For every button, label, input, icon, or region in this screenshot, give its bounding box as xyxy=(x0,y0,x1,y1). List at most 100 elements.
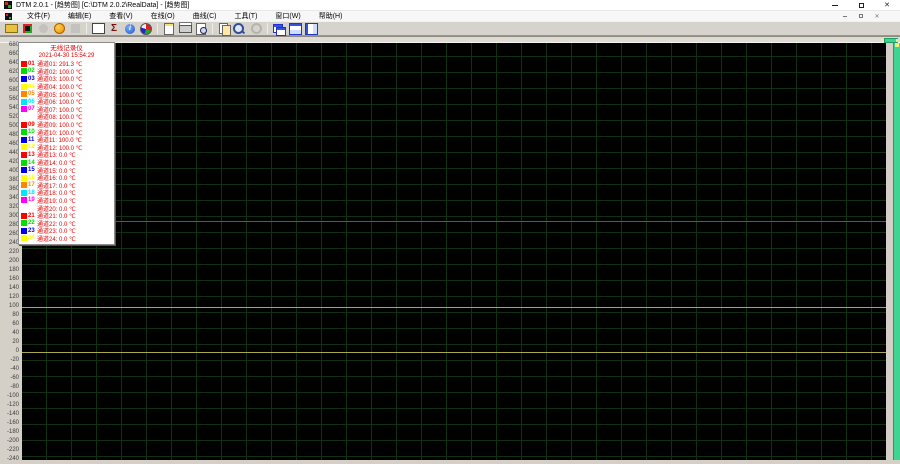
gridline-horizontal xyxy=(22,184,886,185)
toolbar-separator xyxy=(157,23,158,34)
zoom-icon[interactable] xyxy=(233,22,247,35)
channel-number: 12 xyxy=(28,144,37,150)
channel-color-swatch xyxy=(21,91,27,97)
gridline-vertical xyxy=(846,43,847,460)
close-button[interactable]: ✕ xyxy=(874,0,900,11)
gridline-vertical xyxy=(721,43,722,460)
channel-number: 23 xyxy=(28,228,37,234)
menu-help[interactable]: 帮助(H) xyxy=(310,11,352,21)
right-gutter xyxy=(886,43,893,464)
legend-panel[interactable]: 无线记录仪 2021-04-30 15:54:29 01通道01: 291.3 … xyxy=(18,42,115,245)
channel-number: 11 xyxy=(28,137,37,143)
info-icon[interactable]: i xyxy=(125,24,135,34)
channel-color-swatch xyxy=(21,190,27,196)
channel-color-swatch xyxy=(21,167,27,173)
mdi-restore-icon xyxy=(859,14,863,18)
tile-vertical-icon[interactable] xyxy=(304,22,318,35)
gridline-horizontal xyxy=(22,264,886,265)
menu-view[interactable]: 查看(V) xyxy=(100,11,141,21)
tile-horizontal-icon[interactable] xyxy=(288,22,302,35)
minimize-button[interactable] xyxy=(822,0,848,11)
cascade-windows-icon[interactable] xyxy=(272,22,286,35)
gridline-horizontal xyxy=(22,440,886,441)
gridline-vertical xyxy=(246,43,247,460)
app-logo-icon[interactable] xyxy=(20,22,34,35)
gridline-horizontal xyxy=(22,360,886,361)
toolbar: Σi xyxy=(0,21,900,36)
channel-number: 17 xyxy=(28,182,37,188)
menu-online[interactable]: 在线(O) xyxy=(142,11,184,21)
plot-area[interactable] xyxy=(22,43,886,460)
gridline-horizontal xyxy=(22,120,886,121)
mdi-child-icon[interactable] xyxy=(5,13,12,20)
open-folder-icon[interactable] xyxy=(4,22,18,35)
channel-number: 14 xyxy=(28,160,37,166)
menu-window[interactable]: 窗口(W) xyxy=(266,11,309,21)
restore-button[interactable] xyxy=(848,0,874,11)
channel-number: 24 xyxy=(28,235,37,241)
gridline-horizontal xyxy=(22,72,886,73)
mdi-minimize-button[interactable] xyxy=(840,12,850,20)
gridline-vertical xyxy=(396,43,397,460)
mdi-minimize-icon xyxy=(843,16,847,17)
menu-curve[interactable]: 曲线(C) xyxy=(184,11,226,21)
gridline-vertical xyxy=(771,43,772,460)
channel-color-swatch xyxy=(21,205,27,211)
channel-color-swatch xyxy=(21,144,27,150)
channel-color-swatch xyxy=(21,152,27,158)
vertical-scrollbar[interactable] xyxy=(893,43,900,464)
gridline-vertical xyxy=(696,43,697,460)
horizontal-scrollbar[interactable] xyxy=(0,36,900,43)
gridline-vertical xyxy=(371,43,372,460)
print-preview-icon[interactable] xyxy=(194,22,208,35)
window-frame-icon[interactable] xyxy=(91,22,105,35)
gridline-vertical xyxy=(671,43,672,460)
gridline-horizontal xyxy=(22,168,886,169)
sum-icon[interactable]: Σ xyxy=(107,22,121,35)
gridline-horizontal xyxy=(22,376,886,377)
gridline-horizontal xyxy=(22,232,886,233)
channel-number: 20 xyxy=(28,205,37,211)
copy-pages-icon[interactable] xyxy=(217,22,231,35)
menu-tools[interactable]: 工具(T) xyxy=(225,11,266,21)
gridline-vertical xyxy=(171,43,172,460)
gridline-vertical xyxy=(796,43,797,460)
channel-color-swatch xyxy=(21,61,27,67)
gridline-horizontal xyxy=(22,88,886,89)
legend-title: 无线记录仪 xyxy=(19,45,114,53)
menu-edit[interactable]: 编辑(E) xyxy=(59,11,100,21)
channel-number: 02 xyxy=(28,68,37,74)
mdi-restore-button[interactable] xyxy=(856,12,866,20)
mdi-close-button[interactable]: ✕ xyxy=(872,12,882,20)
gridline-vertical xyxy=(821,43,822,460)
realtime-start-icon[interactable] xyxy=(52,22,66,35)
gridline-horizontal xyxy=(22,392,886,393)
bottom-strip xyxy=(0,460,900,464)
channel-number: 15 xyxy=(28,167,37,173)
channel-number: 07 xyxy=(28,106,37,112)
channel-color-swatch xyxy=(21,129,27,135)
toolbar-separator xyxy=(212,23,213,34)
gridline-horizontal xyxy=(22,152,886,153)
channel-number: 21 xyxy=(28,213,37,219)
printer-icon[interactable] xyxy=(178,22,192,35)
gridline-horizontal xyxy=(22,136,886,137)
channel-color-swatch xyxy=(21,76,27,82)
channel-color-swatch xyxy=(21,68,27,74)
gridline-vertical xyxy=(446,43,447,460)
stop-disabled-icon xyxy=(68,22,82,35)
edit-note-icon[interactable] xyxy=(162,22,176,35)
gridline-horizontal xyxy=(22,312,886,313)
channel-color-swatch xyxy=(21,228,27,234)
channel-color-swatch xyxy=(21,99,27,105)
gridline-horizontal xyxy=(22,216,886,217)
pie-chart-icon[interactable] xyxy=(139,22,153,35)
series-line xyxy=(22,307,886,308)
title-bar: DTM 2.0.1 - [趋势图] [C:\DTM 2.0.2\RealData… xyxy=(0,0,900,11)
channel-color-swatch xyxy=(21,84,27,90)
channel-number: 18 xyxy=(28,190,37,196)
channel-number: 03 xyxy=(28,76,37,82)
menu-file[interactable]: 文件(F) xyxy=(18,11,59,21)
gridline-vertical xyxy=(321,43,322,460)
gridline-horizontal xyxy=(22,408,886,409)
